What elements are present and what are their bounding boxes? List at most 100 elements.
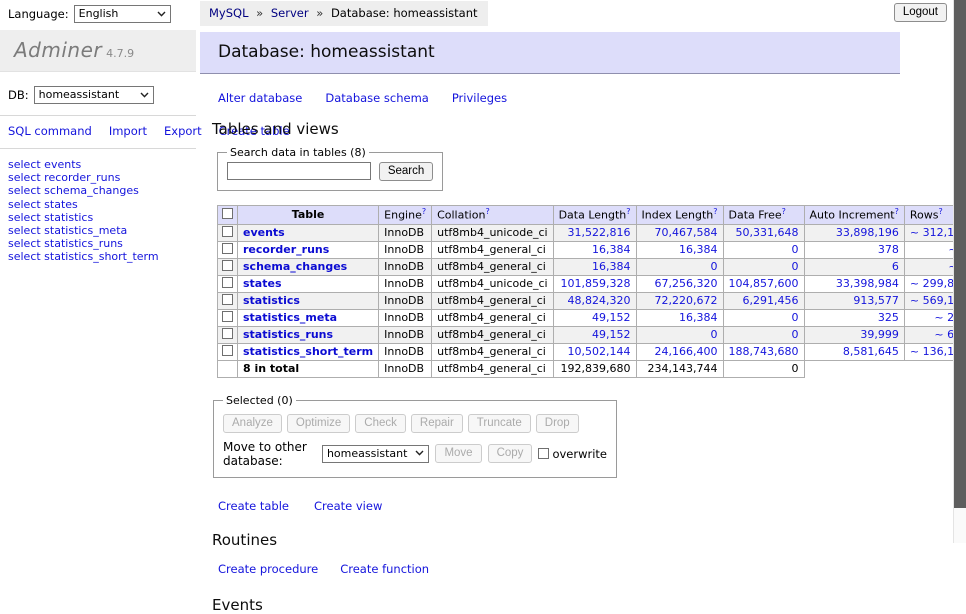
auto-increment-link[interactable]: 39,999 — [860, 328, 899, 341]
data-length-link[interactable]: 49,152 — [592, 311, 631, 324]
data-free-link[interactable]: 50,331,648 — [736, 226, 799, 239]
index-length-link[interactable]: 0 — [711, 260, 718, 273]
index-length-link[interactable]: 24,166,400 — [655, 345, 718, 358]
selected-action-button[interactable]: Repair — [411, 414, 463, 433]
create-link[interactable]: Create view — [314, 499, 382, 513]
row-checkbox[interactable] — [222, 243, 233, 254]
help-link[interactable]: ? — [938, 207, 942, 216]
adminer-version-link[interactable]: 4.7.9 — [106, 47, 134, 60]
search-button[interactable]: Search — [379, 162, 433, 181]
data-length-link[interactable]: 101,859,328 — [561, 277, 631, 290]
row-checkbox[interactable] — [222, 328, 233, 339]
copy-button[interactable]: Copy — [488, 444, 533, 463]
data-free-link[interactable]: 188,743,680 — [729, 345, 799, 358]
database-action-link[interactable]: Alter database — [218, 91, 302, 105]
row-checkbox[interactable] — [222, 226, 233, 237]
row-checkbox[interactable] — [222, 260, 233, 271]
logout-button[interactable]: Logout — [894, 3, 947, 22]
sidebar-action-link[interactable]: Import — [109, 124, 147, 138]
row-checkbox[interactable] — [222, 345, 233, 356]
row-checkbox[interactable] — [222, 277, 233, 288]
table-name-link[interactable]: recorder_runs — [243, 243, 329, 256]
index-length-link[interactable]: 70,467,584 — [655, 226, 718, 239]
row-checkbox[interactable] — [222, 311, 233, 322]
db-select[interactable]: homeassistant — [34, 86, 154, 104]
sidebar-select-table-link[interactable]: select schema_changes — [8, 184, 196, 197]
table-row: states InnoDB utf8mb4_unicode_ci 101,859… — [218, 275, 966, 292]
data-free-link[interactable]: 0 — [792, 311, 799, 324]
selected-action-button[interactable]: Drop — [536, 414, 579, 433]
selected-action-button[interactable]: Optimize — [287, 414, 350, 433]
row-checkbox[interactable] — [222, 294, 233, 305]
selected-action-button[interactable]: Truncate — [468, 414, 531, 433]
data-length-link[interactable]: 16,384 — [592, 260, 631, 273]
auto-increment-link[interactable]: 33,398,984 — [836, 277, 899, 290]
move-button[interactable]: Move — [435, 444, 481, 463]
collation-cell: utf8mb4_general_ci — [432, 326, 553, 343]
auto-increment-link[interactable]: 8,581,645 — [843, 345, 899, 358]
table-name-link[interactable]: statistics — [243, 294, 300, 307]
search-input[interactable] — [227, 162, 371, 180]
routine-create-link[interactable]: Create procedure — [218, 562, 318, 576]
index-length-link[interactable]: 72,220,672 — [655, 294, 718, 307]
help-link[interactable]: ? — [422, 207, 426, 216]
sidebar-select-table-link[interactable]: select states — [8, 198, 196, 211]
help-link[interactable]: ? — [782, 207, 786, 216]
data-free-link[interactable]: 0 — [792, 328, 799, 341]
help-link[interactable]: ? — [895, 207, 899, 216]
data-free-link[interactable]: 104,857,600 — [729, 277, 799, 290]
auto-increment-link[interactable]: 325 — [878, 311, 899, 324]
overwrite-option[interactable]: overwrite — [538, 447, 607, 461]
scrollbar-thumb[interactable] — [954, 0, 966, 508]
auto-increment-link[interactable]: 33,898,196 — [836, 226, 899, 239]
table-name-link[interactable]: schema_changes — [243, 260, 347, 273]
table-name-link[interactable]: events — [243, 226, 285, 239]
select-all-checkbox[interactable] — [222, 208, 233, 219]
table-name-link[interactable]: statistics_short_term — [243, 345, 373, 358]
database-action-link[interactable]: Privileges — [452, 91, 507, 105]
sidebar-action-link[interactable]: SQL command — [8, 124, 92, 138]
index-length-link[interactable]: 0 — [711, 328, 718, 341]
data-length-link[interactable]: 31,522,816 — [568, 226, 631, 239]
help-link[interactable]: ? — [713, 207, 717, 216]
sidebar-select-table-link[interactable]: select events — [8, 158, 196, 171]
selected-action-button[interactable]: Analyze — [223, 414, 282, 433]
data-length-link[interactable]: 16,384 — [592, 243, 631, 256]
table-name-link[interactable]: states — [243, 277, 282, 290]
vertical-scrollbar[interactable] — [953, 0, 966, 543]
sidebar-select-table-link[interactable]: select statistics — [8, 211, 196, 224]
sidebar-select-table-link[interactable]: select statistics_meta — [8, 224, 196, 237]
selected-action-button[interactable]: Check — [355, 414, 406, 433]
breadcrumb-server-link[interactable]: Server — [271, 6, 309, 20]
routine-create-link[interactable]: Create function — [340, 562, 429, 576]
create-link[interactable]: Create table — [218, 499, 289, 513]
auto-increment-link[interactable]: 6 — [892, 260, 899, 273]
data-length-link[interactable]: 10,502,144 — [568, 345, 631, 358]
overwrite-checkbox[interactable] — [538, 448, 549, 459]
sidebar-select-table-link[interactable]: select statistics_runs — [8, 237, 196, 250]
sidebar-action-link[interactable]: Export — [164, 124, 202, 138]
table-name-link[interactable]: statistics_meta — [243, 311, 337, 324]
index-length-link[interactable]: 67,256,320 — [655, 277, 718, 290]
breadcrumb-mysql-link[interactable]: MySQL — [209, 6, 249, 20]
data-length-link[interactable]: 49,152 — [592, 328, 631, 341]
auto-increment-link[interactable]: 378 — [878, 243, 899, 256]
data-length-link[interactable]: 48,824,320 — [568, 294, 631, 307]
index-length-link[interactable]: 16,384 — [679, 243, 718, 256]
data-free-link[interactable]: 6,291,456 — [743, 294, 799, 307]
events-heading: Events — [212, 596, 952, 614]
sidebar-select-table-link[interactable]: select recorder_runs — [8, 171, 196, 184]
move-database-select[interactable]: homeassistant — [322, 445, 430, 463]
language-select[interactable]: English — [74, 5, 171, 23]
help-link[interactable]: ? — [626, 207, 630, 216]
adminer-logo-link[interactable]: Adminer — [14, 38, 102, 62]
help-link[interactable]: ? — [485, 207, 489, 216]
data-free-link[interactable]: 0 — [792, 260, 799, 273]
table-name-link[interactable]: statistics_runs — [243, 328, 333, 341]
routine-links: Create procedure Create function — [218, 562, 952, 576]
sidebar-select-table-link[interactable]: select statistics_short_term — [8, 250, 196, 263]
auto-increment-link[interactable]: 913,577 — [853, 294, 899, 307]
database-action-link[interactable]: Database schema — [325, 91, 428, 105]
data-free-link[interactable]: 0 — [792, 243, 799, 256]
index-length-link[interactable]: 16,384 — [679, 311, 718, 324]
